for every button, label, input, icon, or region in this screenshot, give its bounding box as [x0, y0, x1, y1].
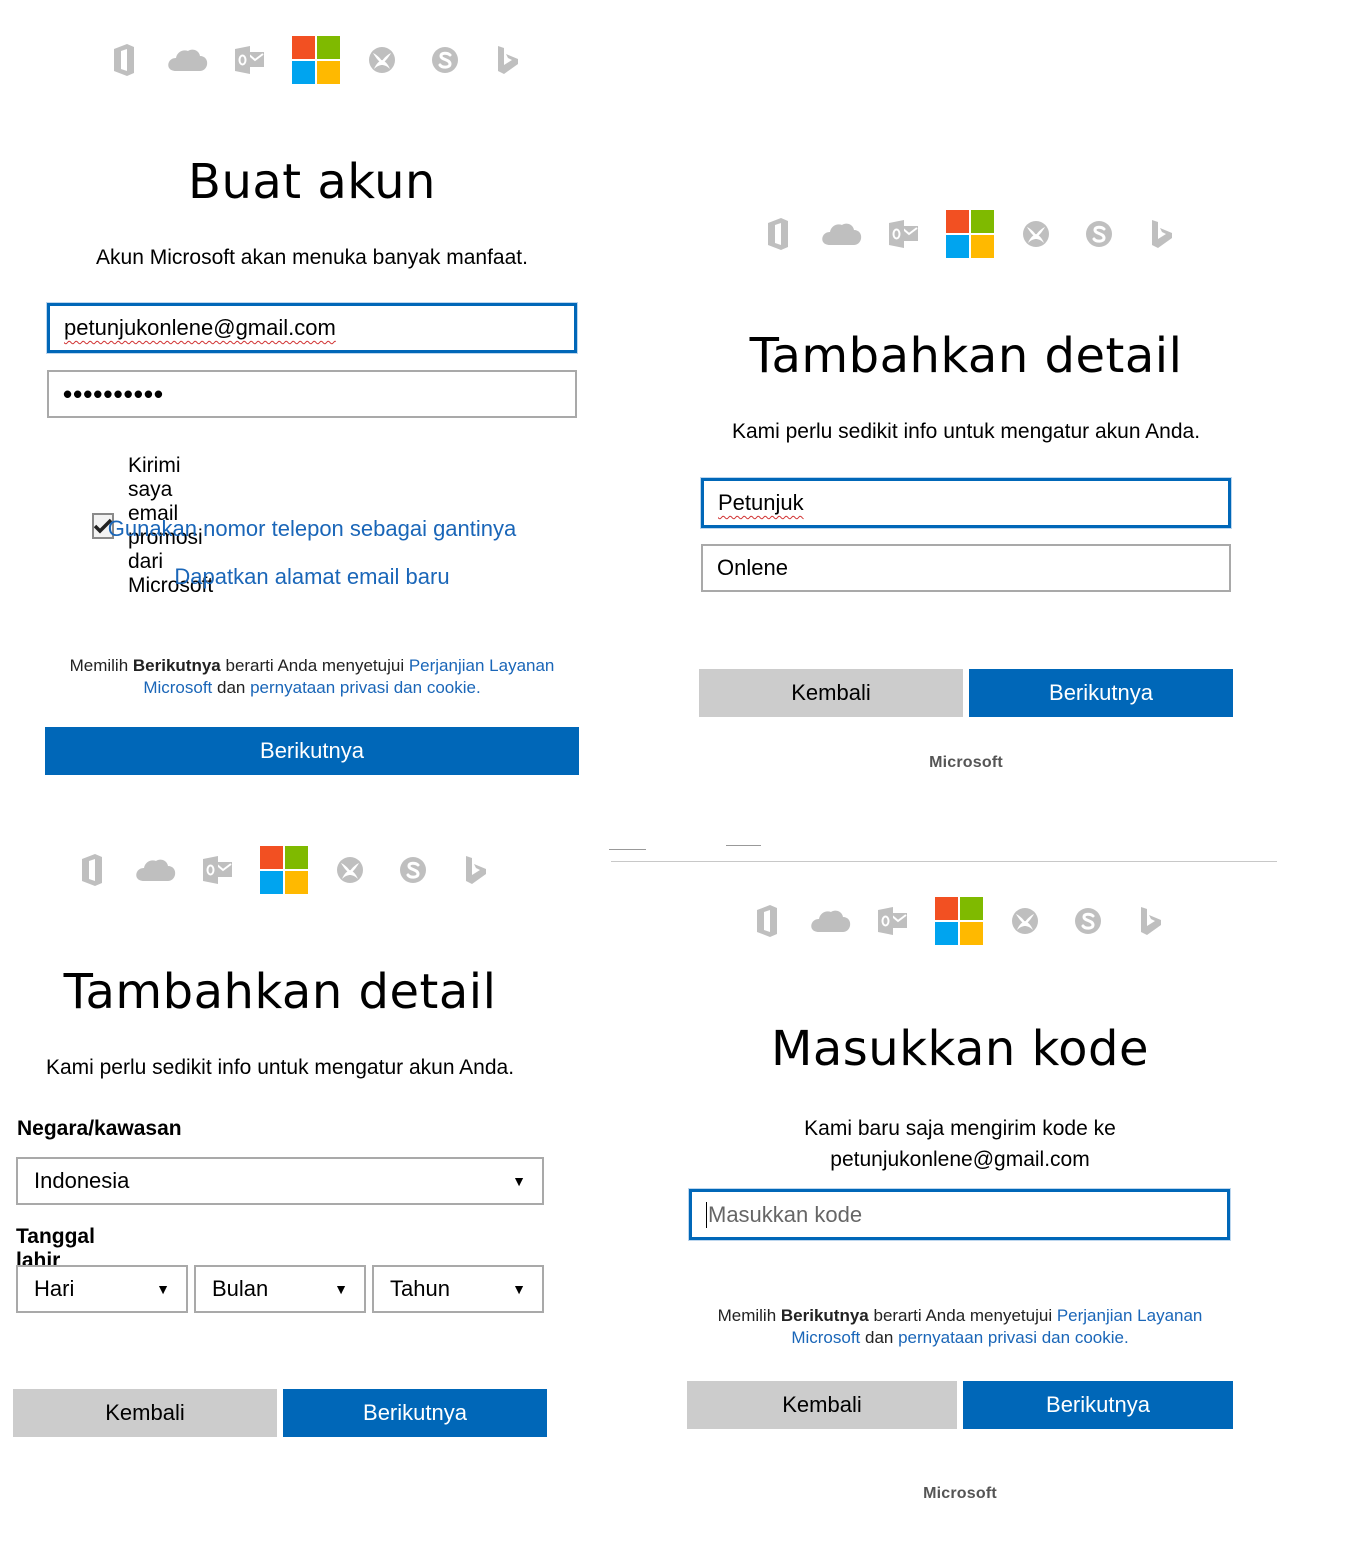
bing-icon: [455, 849, 497, 891]
page-title: Tambahkan detail: [63, 964, 497, 1020]
bing-icon: [1130, 900, 1172, 942]
privacy-link[interactable]: pernyataan privasi dan cookie.: [250, 678, 481, 697]
legal-and: dan: [212, 678, 251, 697]
page-title: Tambahkan detail: [749, 328, 1183, 384]
product-icon-bar: [757, 208, 1183, 260]
country-label: Negara/kawasan: [17, 1117, 182, 1140]
microsoft-logo: [260, 846, 308, 894]
page-subtitle-email: petunjukonlene@gmail.com: [830, 1148, 1090, 1171]
legal-prefix: Memilih: [69, 656, 133, 675]
code-input[interactable]: Masukkan kode: [689, 1189, 1230, 1240]
email-value: petunjukonlene@gmail.com: [64, 315, 336, 340]
last-name-field[interactable]: Onlene: [701, 544, 1231, 592]
back-button[interactable]: Kembali: [13, 1389, 277, 1437]
next-button[interactable]: Berikutnya: [969, 669, 1233, 717]
next-button[interactable]: Berikutnya: [45, 727, 579, 775]
legal-middle: berarti Anda menyetujui: [868, 1306, 1057, 1325]
skype-icon: [1067, 900, 1109, 942]
back-button[interactable]: Kembali: [699, 669, 963, 717]
product-icon-bar: [103, 34, 529, 86]
use-phone-link[interactable]: Gunakan nomor telepon sebagai gantinya: [40, 516, 584, 542]
outlook-icon: [229, 39, 271, 81]
last-name-value: Onlene: [717, 555, 788, 580]
back-button[interactable]: Kembali: [687, 1381, 957, 1429]
microsoft-logo: [935, 897, 983, 945]
legal-notice: Memilih Berikutnya berarti Anda menyetuj…: [688, 1305, 1232, 1349]
legal-notice: Memilih Berikutnya berarti Anda menyetuj…: [40, 655, 584, 699]
office-icon: [71, 849, 113, 891]
month-value: Bulan: [212, 1276, 269, 1301]
skype-icon: [392, 849, 434, 891]
microsoft-footer: Microsoft: [929, 754, 1003, 771]
legal-middle: berarti Anda menyetujui: [220, 656, 409, 675]
page-title: Buat akun: [188, 154, 436, 210]
xbox-icon: [329, 849, 371, 891]
get-new-email-link[interactable]: Dapatkan alamat email baru: [40, 564, 584, 590]
legal-bold: Berikutnya: [780, 1306, 869, 1325]
office-icon: [103, 39, 145, 81]
page-subtitle-line1: Kami baru saja mengirim kode ke: [804, 1117, 1116, 1140]
legal-prefix: Memilih: [717, 1306, 781, 1325]
first-name-value: Petunjuk: [718, 490, 804, 515]
page-subtitle: Kami perlu sedikit info untuk mengatur a…: [731, 420, 1201, 443]
onedrive-icon: [134, 849, 176, 891]
country-select[interactable]: Indonesia ▼: [16, 1157, 544, 1205]
divider-line: [609, 849, 646, 850]
dropdown-arrow-icon: ▼: [512, 1173, 526, 1189]
xbox-icon: [361, 39, 403, 81]
divider-line: [611, 861, 1277, 862]
bing-icon: [1141, 213, 1183, 255]
product-icon-bar: [71, 844, 497, 896]
dropdown-arrow-icon: ▼: [156, 1281, 170, 1297]
year-select[interactable]: Tahun ▼: [372, 1265, 544, 1313]
page-title: Masukkan kode: [770, 1021, 1150, 1077]
country-value: Indonesia: [34, 1168, 130, 1193]
onedrive-icon: [809, 900, 851, 942]
divider-line: [726, 845, 761, 846]
day-value: Hari: [34, 1276, 75, 1301]
office-icon: [746, 900, 788, 942]
password-field[interactable]: ••••••••••: [47, 370, 577, 418]
product-icon-bar: [746, 895, 1172, 947]
first-name-field[interactable]: Petunjuk: [701, 478, 1231, 528]
office-icon: [757, 213, 799, 255]
outlook-icon: [197, 849, 239, 891]
bing-icon: [487, 39, 529, 81]
month-select[interactable]: Bulan ▼: [194, 1265, 366, 1313]
skype-icon: [1078, 213, 1120, 255]
xbox-icon: [1004, 900, 1046, 942]
code-placeholder: Masukkan kode: [708, 1201, 863, 1227]
email-field[interactable]: petunjukonlene@gmail.com: [47, 303, 577, 353]
page-subtitle: Kami perlu sedikit info untuk mengatur a…: [45, 1056, 515, 1079]
password-value: ••••••••••: [63, 378, 165, 409]
microsoft-logo: [292, 36, 340, 84]
legal-and: dan: [860, 1328, 899, 1347]
day-select[interactable]: Hari ▼: [16, 1265, 188, 1313]
privacy-link[interactable]: pernyataan privasi dan cookie.: [898, 1328, 1129, 1347]
next-button[interactable]: Berikutnya: [283, 1389, 547, 1437]
onedrive-icon: [820, 213, 862, 255]
text-caret: [706, 1201, 707, 1228]
legal-bold: Berikutnya: [132, 656, 221, 675]
outlook-icon: [883, 213, 925, 255]
microsoft-footer: Microsoft: [923, 1485, 997, 1502]
outlook-icon: [872, 900, 914, 942]
year-value: Tahun: [390, 1276, 450, 1301]
xbox-icon: [1015, 213, 1057, 255]
dropdown-arrow-icon: ▼: [334, 1281, 348, 1297]
skype-icon: [424, 39, 466, 81]
dropdown-arrow-icon: ▼: [512, 1281, 526, 1297]
next-button[interactable]: Berikutnya: [963, 1381, 1233, 1429]
page-subtitle: Akun Microsoft akan menuka banyak manfaa…: [96, 246, 528, 269]
microsoft-logo: [946, 210, 994, 258]
onedrive-icon: [166, 39, 208, 81]
